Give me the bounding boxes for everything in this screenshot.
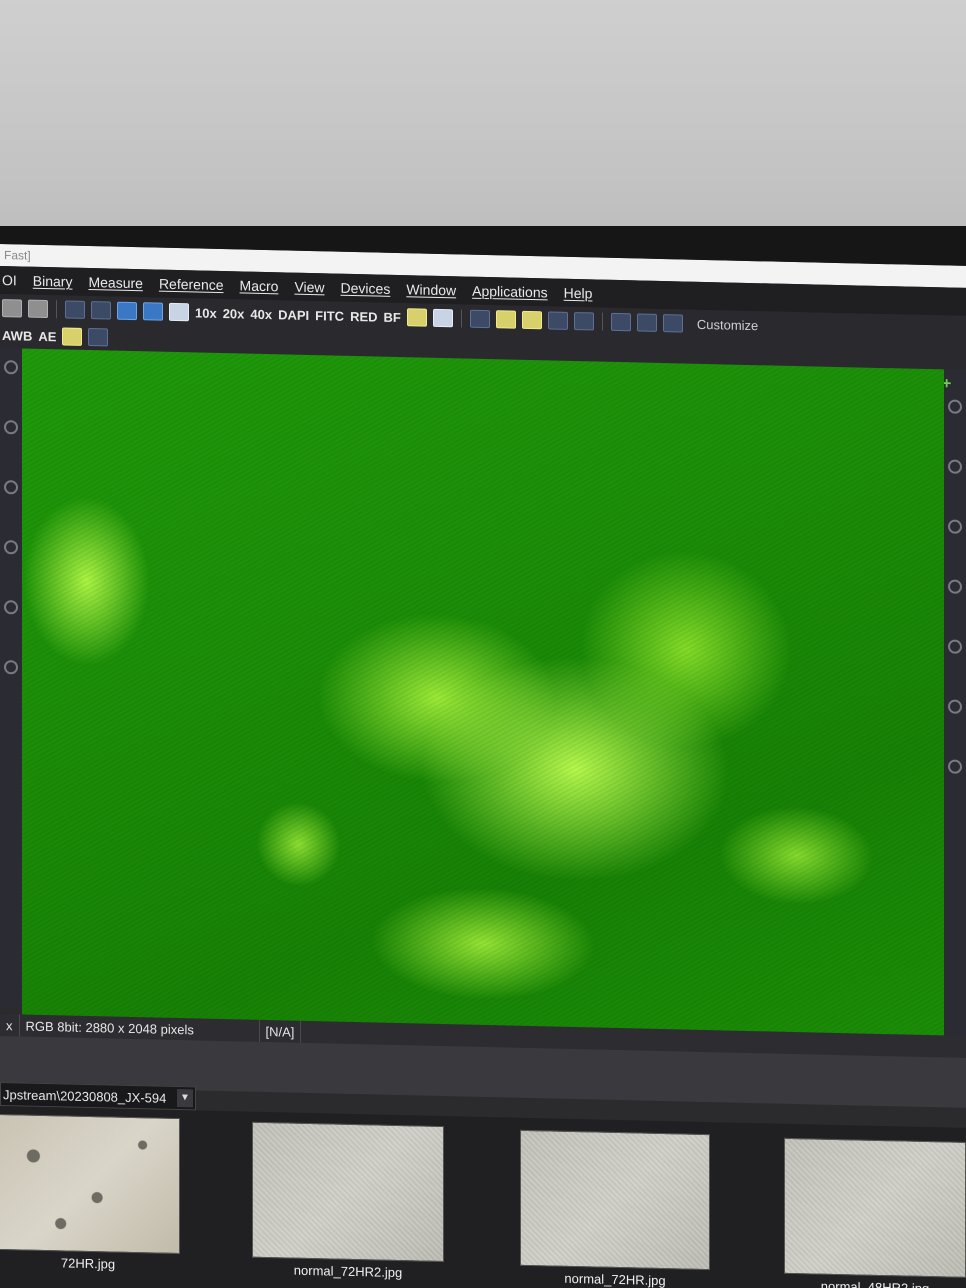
line-tool-icon[interactable] xyxy=(469,309,490,329)
window-icon[interactable] xyxy=(169,302,189,322)
highlight-icon[interactable] xyxy=(406,308,427,327)
rail-marker xyxy=(948,579,962,594)
awb-button[interactable]: AWB xyxy=(2,328,32,344)
stack-icon[interactable] xyxy=(521,310,542,330)
application-window: Fast] OI Binary Measure Reference Macro … xyxy=(0,244,966,1288)
rail-marker xyxy=(948,399,962,414)
right-thumbnail-rail xyxy=(944,369,966,1050)
stats-icon[interactable] xyxy=(573,312,594,331)
wave-icon[interactable] xyxy=(547,311,568,330)
menu-reference[interactable]: Reference xyxy=(151,275,232,293)
objective-10x-button[interactable]: 10x xyxy=(195,305,217,320)
menu-oi[interactable]: OI xyxy=(0,272,25,289)
palette-icon[interactable] xyxy=(88,328,109,347)
rail-marker xyxy=(4,420,18,435)
add-image-icon[interactable] xyxy=(143,302,163,321)
layers-icon[interactable] xyxy=(495,310,516,329)
wall-background xyxy=(0,0,966,250)
thumbnail-image xyxy=(0,1113,180,1255)
thumbnail-image xyxy=(252,1121,444,1263)
thumbnail-item[interactable]: normal_48HR2.jpg xyxy=(784,1137,966,1288)
circle-tool-icon[interactable] xyxy=(65,300,85,319)
copy-icon[interactable] xyxy=(636,313,657,332)
chevron-down-icon[interactable]: ▼ xyxy=(177,1089,193,1108)
settings-icon[interactable] xyxy=(432,308,453,328)
rail-marker xyxy=(948,639,962,654)
menu-binary[interactable]: Binary xyxy=(25,273,81,290)
histogram-icon[interactable] xyxy=(610,312,631,332)
rail-marker xyxy=(948,699,962,714)
rail-marker xyxy=(4,360,18,375)
thumbnail-item[interactable]: normal_72HR2.jpg xyxy=(252,1121,444,1281)
thumbnail-label: 72HR.jpg xyxy=(60,1255,116,1272)
rail-marker xyxy=(4,480,18,495)
left-thumbnail-rail xyxy=(0,348,22,1009)
zoom-status: x xyxy=(0,1014,20,1037)
cursor-position-status: [N/A] xyxy=(259,1019,302,1043)
thumbnail-item[interactable]: normal_72HR.jpg xyxy=(520,1129,710,1288)
rail-marker xyxy=(4,600,18,615)
channel-dapi-button[interactable]: DAPI xyxy=(278,307,309,323)
rail-marker xyxy=(948,759,962,774)
objective-40x-button[interactable]: 40x xyxy=(250,306,272,321)
toolbar-separator xyxy=(56,300,57,319)
menu-applications[interactable]: Applications xyxy=(464,283,556,301)
thumbnail-item[interactable]: 72HR.jpg xyxy=(0,1113,180,1273)
camera-icon[interactable] xyxy=(28,299,48,319)
menu-view[interactable]: View xyxy=(286,279,332,296)
window-title: Fast] xyxy=(4,248,31,263)
menu-help[interactable]: Help xyxy=(556,285,601,302)
thumbnail-image xyxy=(784,1137,966,1278)
sigma-icon[interactable] xyxy=(91,301,111,320)
thumbnail-image xyxy=(520,1129,710,1271)
channel-bf-button[interactable]: BF xyxy=(384,309,401,324)
report-icon[interactable] xyxy=(662,314,683,333)
rail-marker xyxy=(4,660,18,675)
brush-icon[interactable] xyxy=(62,327,83,346)
channel-fitc-button[interactable]: FITC xyxy=(315,308,344,324)
ae-button[interactable]: AE xyxy=(38,328,56,343)
screen-moire-overlay xyxy=(22,348,944,1050)
thumbnail-label: normal_72HR.jpg xyxy=(564,1270,666,1288)
path-label: Jpstream\20230808_JX-594 xyxy=(3,1086,167,1106)
menu-window[interactable]: Window xyxy=(398,281,464,298)
image-browser-thumbnails: 72HR.jpg normal_72HR2.jpg normal_72HR.jp… xyxy=(0,1106,966,1288)
thumbnail-label: normal_72HR2.jpg xyxy=(293,1262,403,1281)
channel-red-button[interactable]: RED xyxy=(350,308,377,324)
customize-button[interactable]: Customize xyxy=(697,316,758,332)
menu-measure[interactable]: Measure xyxy=(80,274,150,292)
save-icon[interactable] xyxy=(117,301,137,321)
open-icon[interactable] xyxy=(2,299,22,318)
menu-devices[interactable]: Devices xyxy=(333,280,399,297)
thumbnail-label: normal_48HR2.jpg xyxy=(820,1278,930,1288)
objective-20x-button[interactable]: 20x xyxy=(223,306,245,321)
rail-marker xyxy=(948,519,962,534)
rail-marker xyxy=(4,540,18,555)
rail-marker xyxy=(948,459,962,474)
toolbar-separator xyxy=(601,312,603,331)
menu-macro[interactable]: Macro xyxy=(232,277,287,294)
toolbar-separator xyxy=(460,309,462,328)
plus-icon[interactable]: + xyxy=(942,375,960,392)
